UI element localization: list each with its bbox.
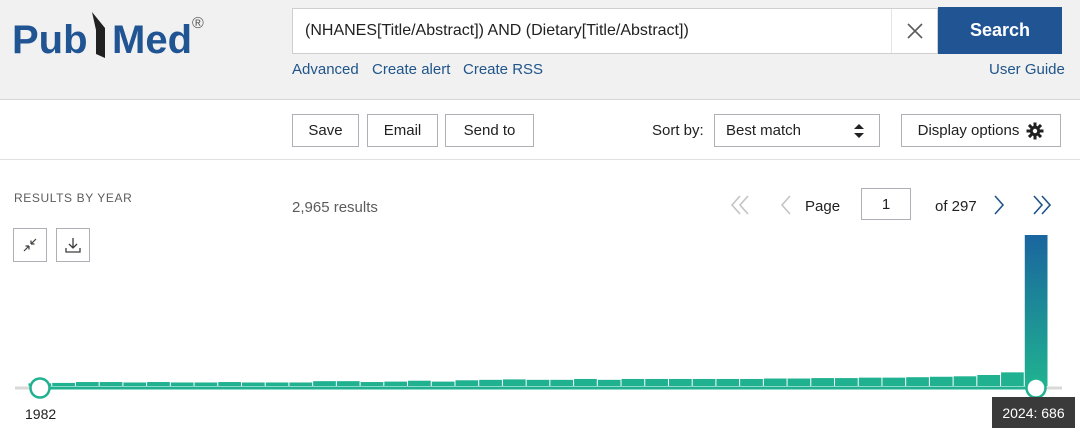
sort-select[interactable]: Best match	[714, 114, 880, 147]
year-bar-1991[interactable]	[241, 382, 265, 386]
sort-arrows-icon	[854, 124, 864, 138]
year-bar-2000[interactable]	[455, 380, 479, 386]
year-bar-2022[interactable]	[977, 374, 1001, 386]
year-bar-1998[interactable]	[408, 380, 431, 386]
page-label: Page	[805, 198, 841, 215]
year-bar-2018[interactable]	[882, 377, 906, 386]
sort-select-value: Best match	[726, 122, 802, 139]
close-icon	[906, 23, 923, 39]
create-rss-link[interactable]: Create RSS	[463, 61, 543, 78]
first-page-button[interactable]	[727, 192, 753, 218]
year-bar-1995[interactable]	[336, 381, 360, 386]
next-page-button[interactable]	[986, 192, 1012, 218]
year-bar-2015[interactable]	[811, 378, 835, 386]
year-bar-1993[interactable]	[289, 382, 313, 386]
year-bar-2010[interactable]	[692, 378, 716, 386]
year-bar-2001[interactable]	[479, 379, 502, 386]
results-toolbar: Save Email Send to Sort by: Best match D…	[0, 100, 1080, 160]
sort-by-label: Sort by:	[652, 122, 704, 139]
year-bar-1994[interactable]	[313, 381, 336, 386]
year-bar-2009[interactable]	[668, 378, 692, 386]
year-bar-2006[interactable]	[597, 379, 621, 386]
year-bar-2024[interactable]	[1024, 235, 1048, 386]
double-chevron-right-icon	[1033, 195, 1052, 215]
page-total: of 297	[935, 198, 977, 215]
year-bar-2017[interactable]	[858, 377, 882, 386]
year-bar-1984[interactable]	[75, 382, 99, 386]
previous-page-button[interactable]	[773, 192, 799, 218]
year-bar-2020[interactable]	[929, 376, 953, 386]
range-start-handle[interactable]	[29, 377, 51, 399]
display-options-label: Display options	[917, 122, 1020, 139]
year-bar-1985[interactable]	[99, 382, 123, 386]
header-bar: Pub Med ® Search Advanced Create alert C…	[0, 0, 1080, 100]
registered-mark: ®	[192, 15, 204, 32]
year-bar-2016[interactable]	[835, 378, 858, 386]
results-by-year-label: RESULTS BY YEAR	[14, 191, 133, 205]
year-bar-1989[interactable]	[194, 382, 218, 386]
save-button[interactable]: Save	[292, 114, 359, 147]
last-page-button[interactable]	[1029, 192, 1055, 218]
year-bar-1990[interactable]	[218, 382, 241, 386]
year-bar-2002[interactable]	[502, 379, 526, 386]
range-start-year: 1982	[25, 406, 57, 422]
year-bar-2021[interactable]	[953, 376, 977, 386]
year-bar-1983[interactable]	[52, 382, 75, 386]
year-bar-1988[interactable]	[170, 382, 194, 386]
range-end-tooltip: 2024: 686	[992, 397, 1075, 428]
clear-search-button[interactable]	[891, 9, 937, 53]
chevron-right-icon	[994, 195, 1005, 215]
create-alert-link[interactable]: Create alert	[372, 61, 450, 78]
year-bar-1996[interactable]	[360, 382, 384, 386]
year-bar-2008[interactable]	[645, 378, 668, 386]
year-bar-2014[interactable]	[787, 378, 811, 386]
logo-text-med: Med	[112, 18, 192, 62]
year-bar-2003[interactable]	[526, 379, 550, 386]
year-bar-2019[interactable]	[906, 377, 929, 386]
send-to-button[interactable]: Send to	[445, 114, 534, 147]
page-number-input[interactable]	[861, 188, 911, 220]
year-bar-1997[interactable]	[384, 381, 408, 386]
results-by-year-chart[interactable]	[0, 225, 1080, 435]
year-bar-2012[interactable]	[740, 378, 763, 386]
chart-bars	[28, 235, 1048, 386]
logo-text-pub: Pub	[12, 18, 88, 62]
results-count: 2,965 results	[292, 199, 378, 216]
chevron-left-icon	[780, 195, 791, 215]
search-box	[292, 8, 938, 54]
display-options-button[interactable]: Display options	[901, 114, 1061, 147]
year-bar-1986[interactable]	[123, 382, 147, 386]
year-bar-2004[interactable]	[550, 379, 574, 386]
double-chevron-left-icon	[730, 195, 749, 215]
year-bar-1992[interactable]	[265, 382, 289, 386]
range-end-handle[interactable]	[1025, 377, 1047, 399]
search-input[interactable]	[293, 9, 891, 53]
year-bar-1987[interactable]	[147, 382, 170, 386]
book-icon	[92, 12, 105, 58]
year-bar-1999[interactable]	[431, 381, 455, 386]
year-bar-2011[interactable]	[716, 378, 740, 386]
gear-icon	[1026, 122, 1044, 139]
year-bar-2013[interactable]	[763, 378, 787, 386]
pubmed-logo[interactable]: Pub Med ®	[12, 6, 212, 66]
search-button[interactable]: Search	[938, 7, 1062, 54]
year-bar-2023[interactable]	[1001, 372, 1024, 386]
advanced-link[interactable]: Advanced	[292, 61, 359, 78]
year-bar-2007[interactable]	[621, 378, 645, 386]
email-button[interactable]: Email	[367, 114, 438, 147]
year-bar-2005[interactable]	[574, 378, 597, 386]
user-guide-link[interactable]: User Guide	[989, 61, 1065, 78]
